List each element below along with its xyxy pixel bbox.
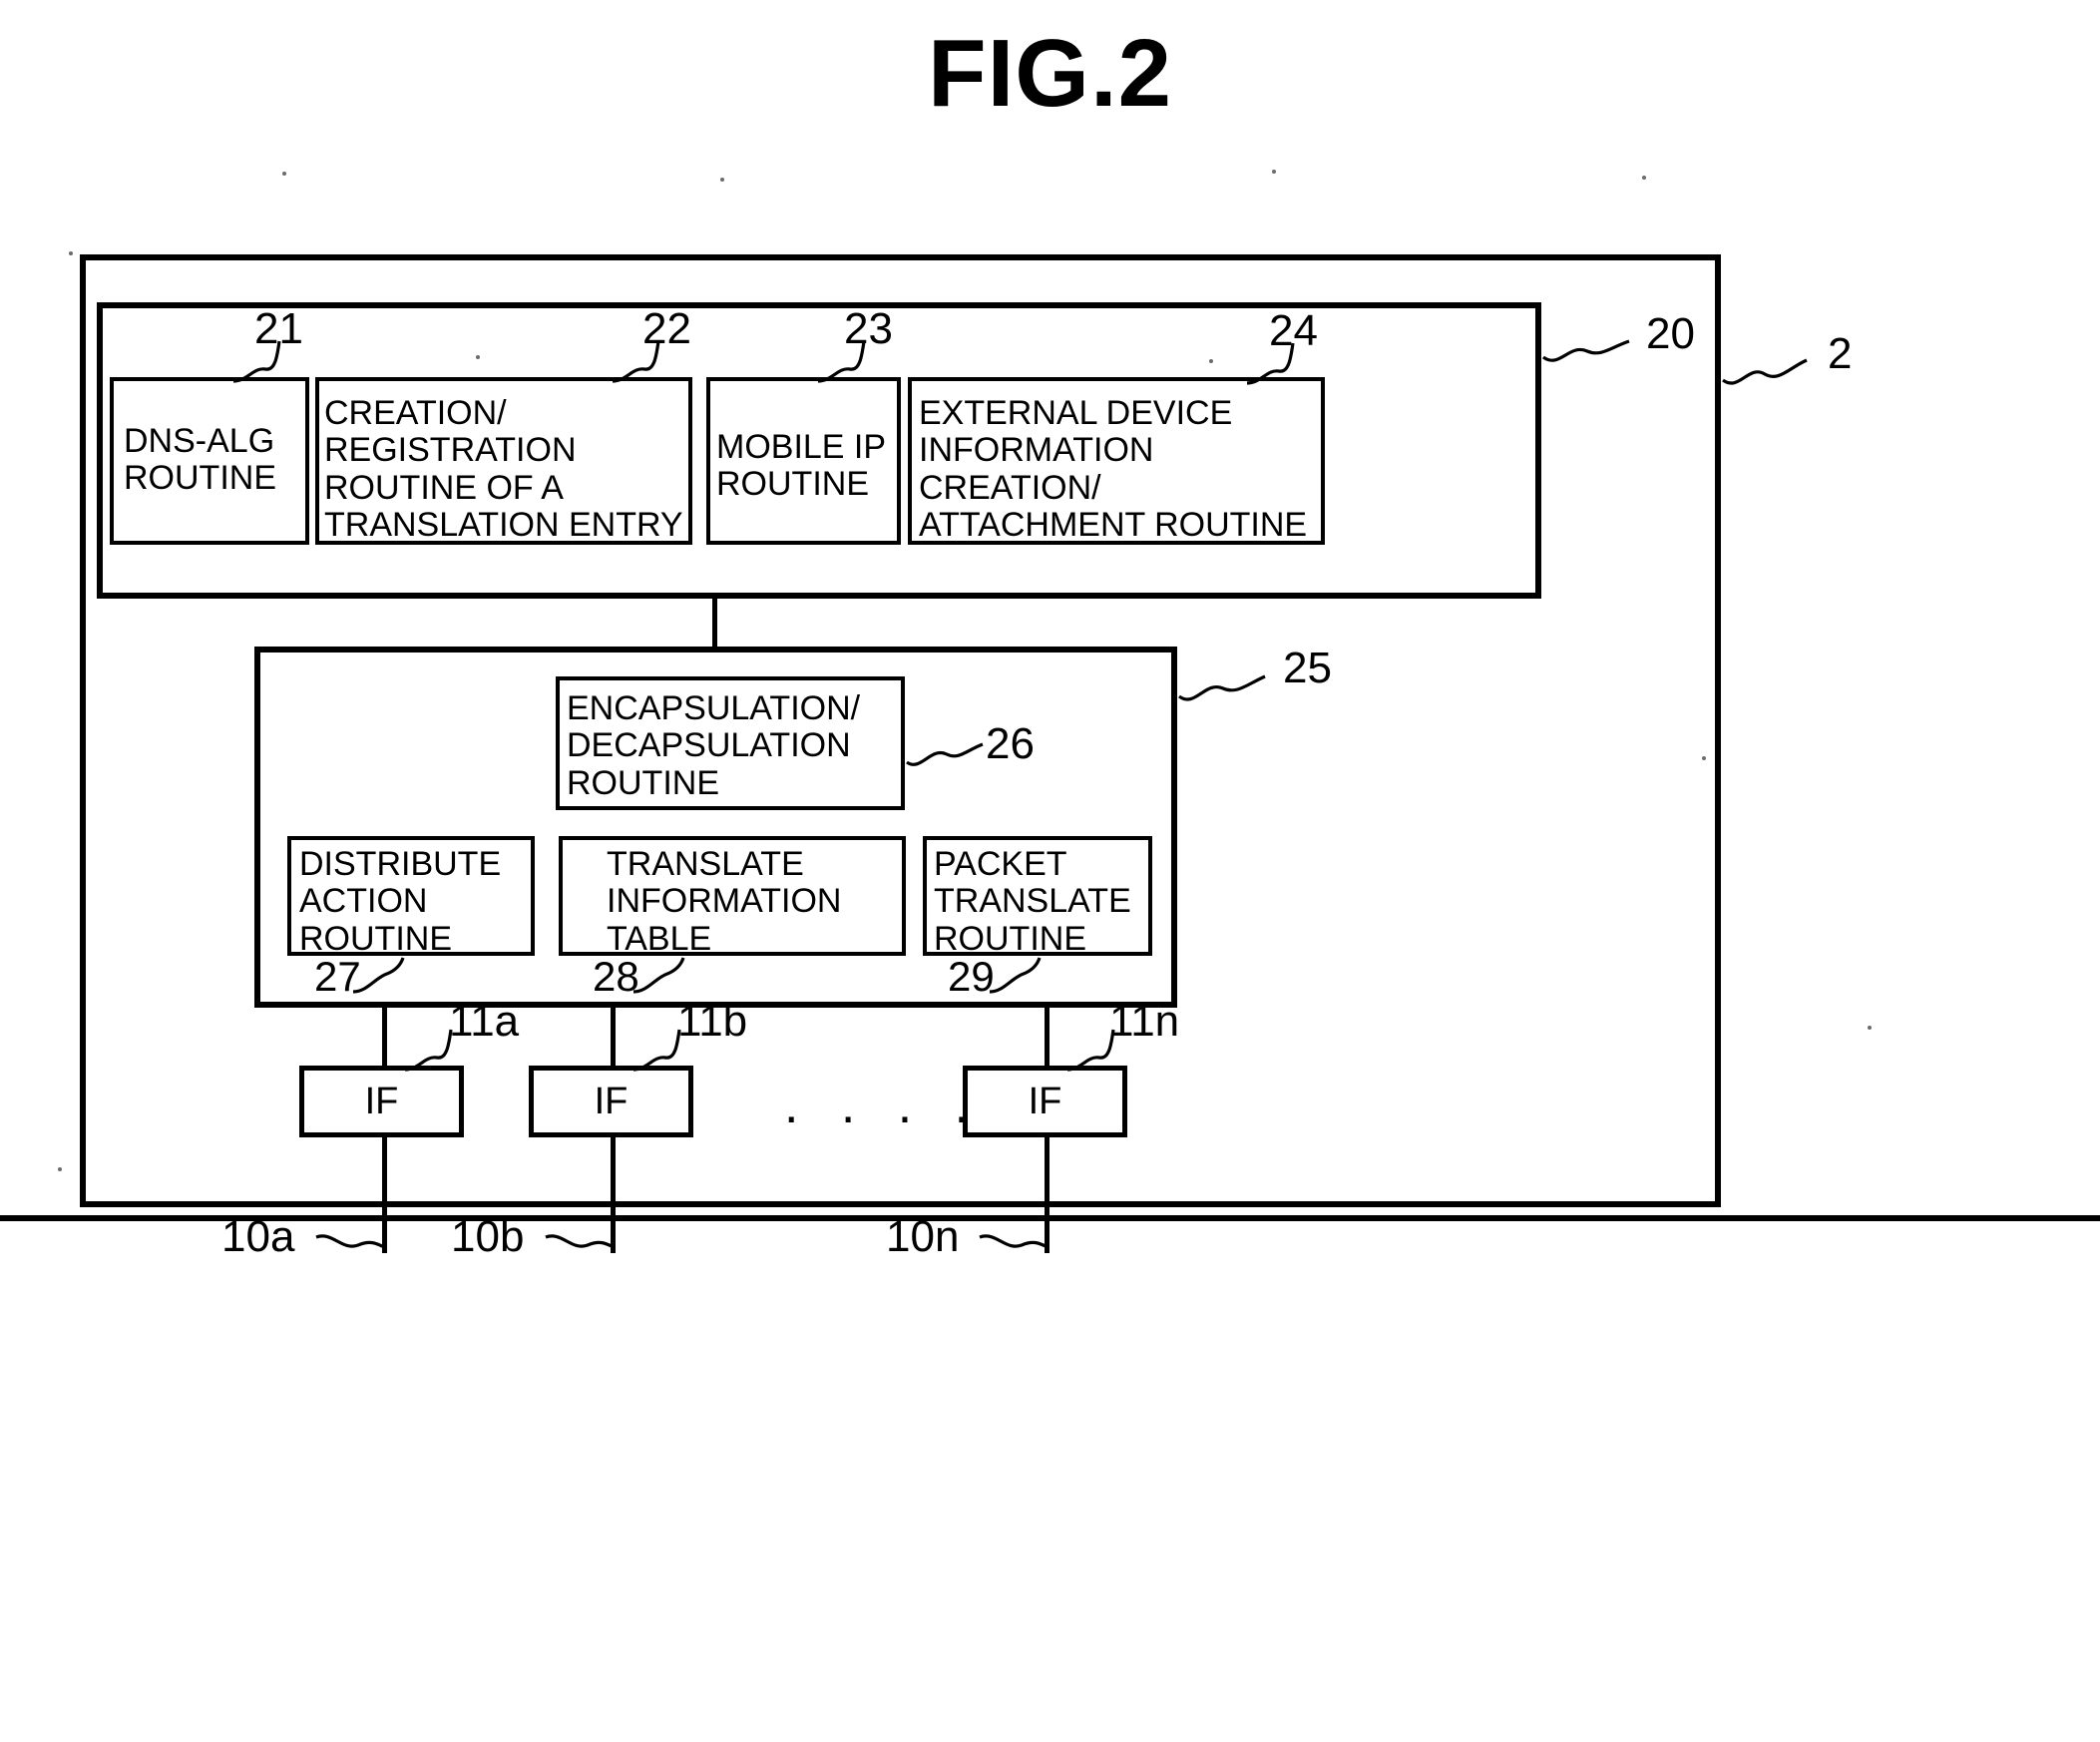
leader-line-26 <box>906 742 984 766</box>
scan-speck <box>69 251 73 255</box>
ref-label-20: 20 <box>1646 309 1695 358</box>
ref-label-23: 23 <box>844 304 893 353</box>
interface-label-11a: IF <box>364 1080 399 1122</box>
ref-label-28: 28 <box>593 953 639 1000</box>
interface-box-11b[interactable]: IF <box>529 1066 693 1137</box>
leader-line-20 <box>1542 339 1630 362</box>
ref-label-24: 24 <box>1269 306 1318 355</box>
interface-box-11n[interactable]: IF <box>963 1066 1127 1137</box>
ref-label-10n: 10n <box>886 1212 960 1261</box>
ref-label-10b: 10b <box>451 1212 525 1261</box>
scan-speck <box>1868 1026 1872 1030</box>
ref-label-11b: 11b <box>677 997 748 1046</box>
scan-speck <box>282 172 286 176</box>
interface-label-11b: IF <box>594 1080 629 1122</box>
scan-speck <box>1209 359 1213 363</box>
module-label-packet-translate-routine: PACKET TRANSLATE ROUTINE <box>934 845 1131 958</box>
scan-speck <box>720 178 724 182</box>
scan-speck <box>58 1167 62 1171</box>
ref-label-11n: 11n <box>1109 997 1180 1046</box>
drop-line-if-b <box>611 1004 616 1068</box>
drop-line-if-n <box>1045 1004 1050 1068</box>
network-bus-line-right <box>828 1215 2100 1221</box>
ref-label-2: 2 <box>1828 329 1853 378</box>
drop-line-if-a <box>382 1004 387 1068</box>
leader-line-10n <box>979 1234 1049 1249</box>
scan-speck <box>1642 176 1646 180</box>
connector-upper-to-lower <box>712 595 717 651</box>
scan-speck <box>1702 756 1706 760</box>
scan-speck <box>1272 170 1276 174</box>
leader-line-10b <box>545 1234 615 1249</box>
leader-line-2 <box>1722 358 1808 385</box>
module-label-creation-registration-routine: CREATION/ REGISTRATION ROUTINE OF A TRAN… <box>324 394 683 545</box>
interface-label-11n: IF <box>1028 1080 1062 1122</box>
module-label-distribute-action-routine: DISTRIBUTE ACTION ROUTINE <box>299 845 502 958</box>
module-label-dns-alg-routine: DNS-ALG ROUTINE <box>124 422 276 498</box>
ref-label-11a: 11a <box>449 997 520 1046</box>
ellipsis-between-interfaces: . . . . <box>784 1077 984 1134</box>
module-label-external-device-information-routine: EXTERNAL DEVICE INFORMATION CREATION/ AT… <box>919 394 1308 545</box>
module-label-encapsulation-decapsulation-routine: ENCAPSULATION/ DECAPSULATION ROUTINE <box>567 689 861 802</box>
ref-label-22: 22 <box>642 304 691 353</box>
ref-label-25: 25 <box>1283 644 1332 692</box>
figure-title: FIG.2 <box>927 20 1173 127</box>
ref-label-29: 29 <box>948 953 995 1000</box>
module-label-mobile-ip-routine: MOBILE IP ROUTINE <box>716 428 887 504</box>
ref-label-10a: 10a <box>221 1212 295 1261</box>
interface-box-11a[interactable]: IF <box>299 1066 464 1137</box>
leader-line-25 <box>1178 674 1266 701</box>
ref-label-21: 21 <box>254 304 303 353</box>
ref-label-26: 26 <box>986 719 1035 768</box>
leader-line-28 <box>632 957 685 994</box>
leader-line-10a <box>315 1234 385 1249</box>
ref-label-27: 27 <box>314 953 361 1000</box>
module-label-translate-information-table: TRANSLATE INFORMATION TABLE <box>607 845 842 958</box>
network-bus-line <box>0 1215 828 1221</box>
scan-speck <box>476 355 480 359</box>
leader-line-29 <box>989 957 1042 994</box>
